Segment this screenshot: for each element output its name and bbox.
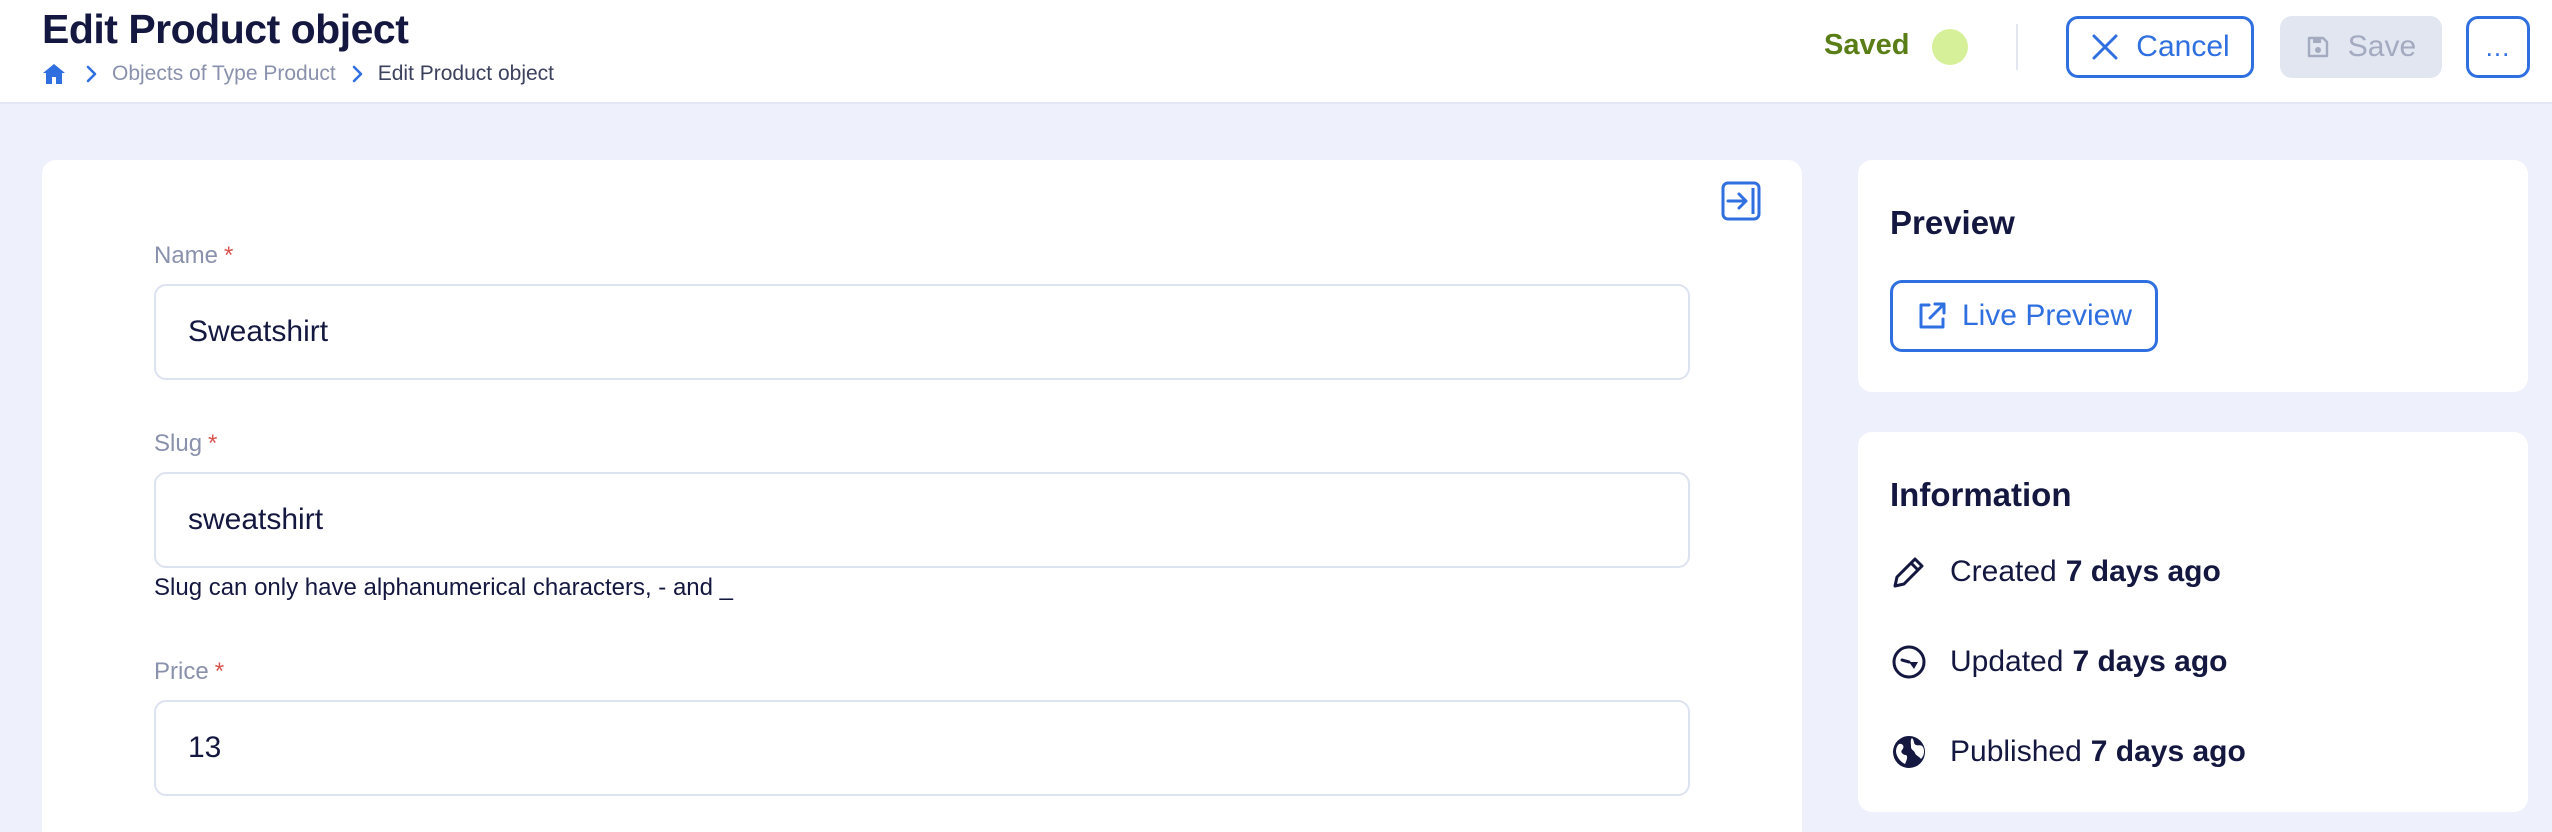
live-preview-label: Live Preview bbox=[1961, 299, 2133, 332]
globe-icon bbox=[1893, 736, 1925, 768]
required-marker: * bbox=[214, 658, 225, 685]
published-value: 7 days ago bbox=[2090, 735, 2246, 768]
cancel-button-label: Cancel bbox=[2136, 30, 2230, 63]
slug-helper-text: Slug can only have alphanumerical charac… bbox=[154, 574, 733, 601]
required-marker: * bbox=[208, 430, 218, 457]
breadcrumb-item-objects[interactable]: Objects of Type Product bbox=[112, 62, 336, 86]
chevron-right-icon bbox=[352, 65, 363, 83]
floppy-disk-icon bbox=[2307, 36, 2328, 58]
pencil-icon bbox=[1893, 557, 1924, 588]
chevron-right-icon bbox=[86, 65, 97, 83]
external-link-icon bbox=[1919, 302, 1946, 329]
header-divider bbox=[2016, 24, 2018, 70]
info-row-updated: Updated 7 days ago bbox=[1890, 642, 2228, 682]
breadcrumb: Objects of Type Product Edit Product obj… bbox=[42, 60, 554, 88]
more-options-button[interactable]: ... bbox=[2466, 16, 2530, 78]
home-icon[interactable] bbox=[42, 62, 66, 86]
info-row-created: Created 7 days ago bbox=[1890, 552, 2221, 592]
close-icon bbox=[2092, 34, 2118, 60]
information-title: Information bbox=[1890, 476, 2072, 513]
slug-input[interactable] bbox=[154, 472, 1690, 568]
required-marker: * bbox=[224, 242, 234, 269]
top-header: Edit Product object Objects of Type Prod… bbox=[0, 0, 2552, 104]
preview-card: Preview bbox=[1858, 160, 2528, 392]
info-row-published: Published 7 days ago bbox=[1890, 732, 2246, 772]
save-button[interactable]: Save bbox=[2280, 16, 2442, 78]
updated-value: 7 days ago bbox=[2072, 645, 2228, 678]
created-value: 7 days ago bbox=[2065, 555, 2221, 588]
name-input[interactable] bbox=[154, 284, 1690, 380]
save-status-indicator bbox=[1932, 29, 1968, 65]
price-input[interactable] bbox=[154, 700, 1690, 796]
save-button-label: Save bbox=[2347, 30, 2417, 63]
cancel-button[interactable]: Cancel bbox=[2066, 16, 2254, 78]
preview-title: Preview bbox=[1890, 204, 2015, 241]
slug-field-label: Slug * bbox=[154, 430, 218, 457]
name-field-label: Name * bbox=[154, 242, 234, 269]
clock-icon bbox=[1892, 645, 1926, 679]
breadcrumb-item-current: Edit Product object bbox=[377, 62, 554, 85]
price-field-label: Price * bbox=[154, 658, 225, 685]
page-title: Edit Product object bbox=[42, 6, 409, 52]
save-status-label: Saved bbox=[1824, 29, 1910, 61]
live-preview-button[interactable]: Live Preview bbox=[1890, 280, 2158, 352]
collapse-sidebar-icon[interactable] bbox=[1720, 180, 1762, 222]
